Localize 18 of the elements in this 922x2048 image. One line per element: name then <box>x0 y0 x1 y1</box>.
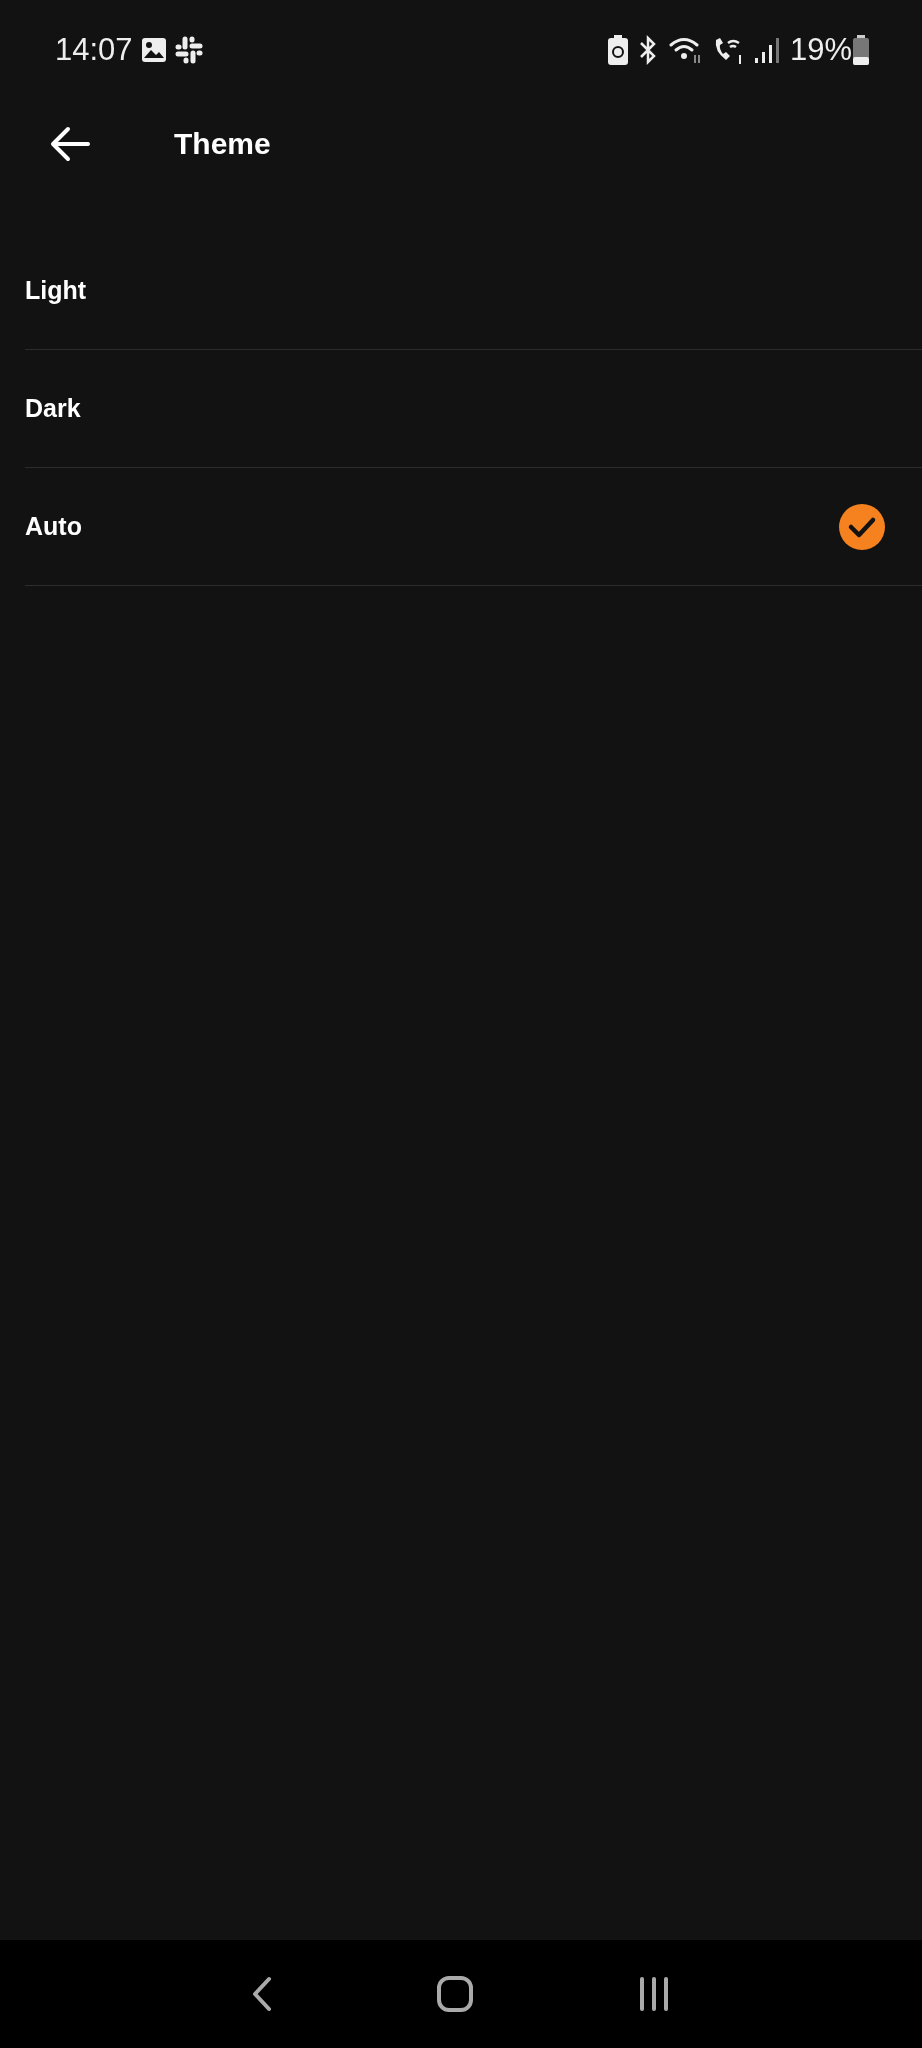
rounded-square-icon <box>436 1975 474 2013</box>
theme-option[interactable]: Light <box>25 232 922 350</box>
option-label: Dark <box>25 392 81 424</box>
status-time: 14:07 <box>55 30 133 69</box>
battery-saver-icon <box>607 35 628 65</box>
signal-icon <box>753 35 782 65</box>
option-label: Auto <box>25 510 82 542</box>
checkmark-icon <box>839 503 885 550</box>
back-arrow-icon <box>50 126 90 162</box>
battery-icon <box>852 35 870 65</box>
theme-option[interactable]: Auto <box>25 468 922 586</box>
theme-option[interactable]: Dark <box>25 350 922 468</box>
battery-percent: 19% <box>789 30 852 69</box>
hash-icon <box>174 36 203 64</box>
chevron-left-icon <box>251 1976 274 2012</box>
image-icon <box>140 37 167 63</box>
page-title: Theme <box>174 126 271 162</box>
option-label: Light <box>25 274 87 306</box>
